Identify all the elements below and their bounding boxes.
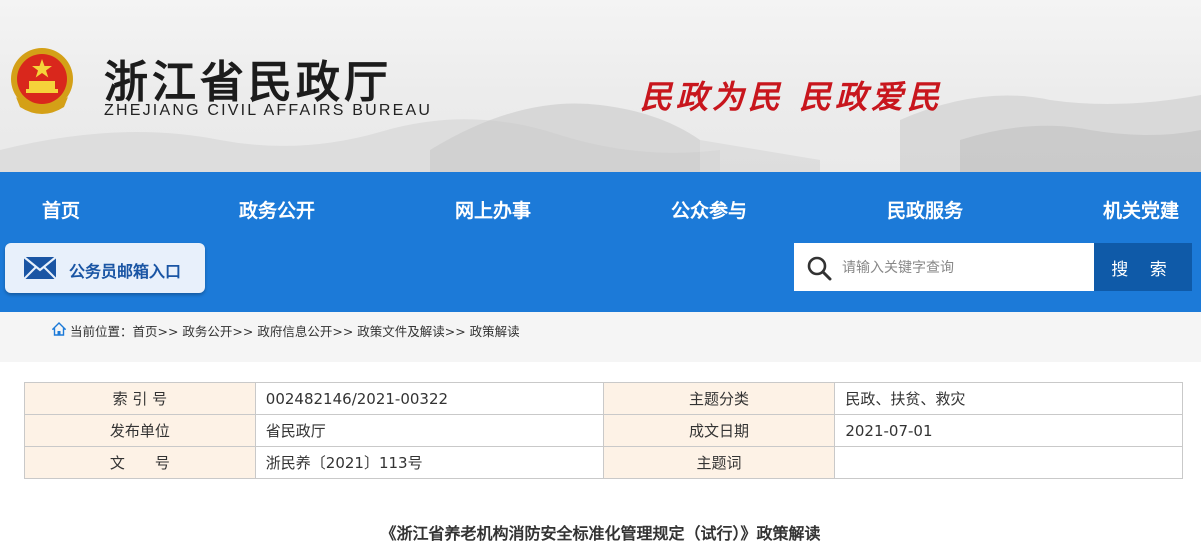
envelope-icon (23, 256, 57, 280)
meta-key: 主题词 (602, 446, 836, 479)
nav-item-online-services[interactable]: 网上办事 (455, 196, 531, 223)
meta-value: 2021-07-01 (834, 414, 1183, 447)
meta-value: 民政、扶贫、救灾 (834, 382, 1183, 415)
document-title: 《浙江省养老机构消防安全标准化管理规定（试行）》政策解读 (380, 524, 821, 543)
site-title: 浙江省民政厅 (104, 57, 392, 108)
meta-key: 文 号 (24, 446, 256, 479)
home-icon (52, 322, 66, 336)
nav-item-public-participation[interactable]: 公众参与 (671, 196, 747, 223)
table-row: 索 引 号 002482146/2021-00322 主题分类 民政、扶贫、救灾 (24, 382, 1183, 415)
document-meta-table: 索 引 号 002482146/2021-00322 主题分类 民政、扶贫、救灾… (24, 382, 1183, 479)
slogan: 民政为民 民政爱民 (640, 78, 944, 116)
search-icon (807, 256, 832, 281)
search-button[interactable]: 搜 索 (1094, 243, 1192, 291)
site-subtitle: ZHEJIANG CIVIL AFFAIRS BUREAU (104, 102, 433, 119)
mailbox-label: 公务员邮箱入口 (69, 262, 182, 281)
table-row: 文 号 浙民养〔2021〕113号 主题词 (24, 446, 1183, 479)
nav-item-civil-services[interactable]: 民政服务 (887, 196, 963, 223)
search-input[interactable] (840, 251, 1090, 285)
civil-servant-mailbox-button[interactable]: 公务员邮箱入口 (5, 243, 205, 293)
table-row: 发布单位 省民政厅 成文日期 2021-07-01 (24, 414, 1183, 447)
meta-value (834, 446, 1183, 479)
meta-value: 省民政厅 (254, 414, 604, 447)
meta-value: 浙民养〔2021〕113号 (254, 446, 604, 479)
main-content: 当前位置：首页>> 政务公开>> 政府信息公开>> 政策文件及解读>> 政策解读… (0, 312, 1201, 557)
national-emblem-icon (11, 48, 73, 114)
nav-item-home[interactable]: 首页 (42, 196, 80, 223)
search-box (794, 243, 1094, 291)
header-banner: 浙江省民政厅 ZHEJIANG CIVIL AFFAIRS BUREAU 民政为… (0, 0, 1201, 172)
meta-key: 主题分类 (602, 382, 836, 415)
breadcrumb[interactable]: 当前位置：首页>> 政务公开>> 政府信息公开>> 政策文件及解读>> 政策解读 (70, 321, 520, 340)
meta-key: 发布单位 (24, 414, 256, 447)
meta-key: 索 引 号 (24, 382, 256, 415)
nav-item-party-building[interactable]: 机关党建 (1103, 196, 1179, 223)
nav-item-gov-affairs[interactable]: 政务公开 (239, 196, 315, 223)
meta-key: 成文日期 (602, 414, 836, 447)
meta-value: 002482146/2021-00322 (254, 382, 604, 415)
